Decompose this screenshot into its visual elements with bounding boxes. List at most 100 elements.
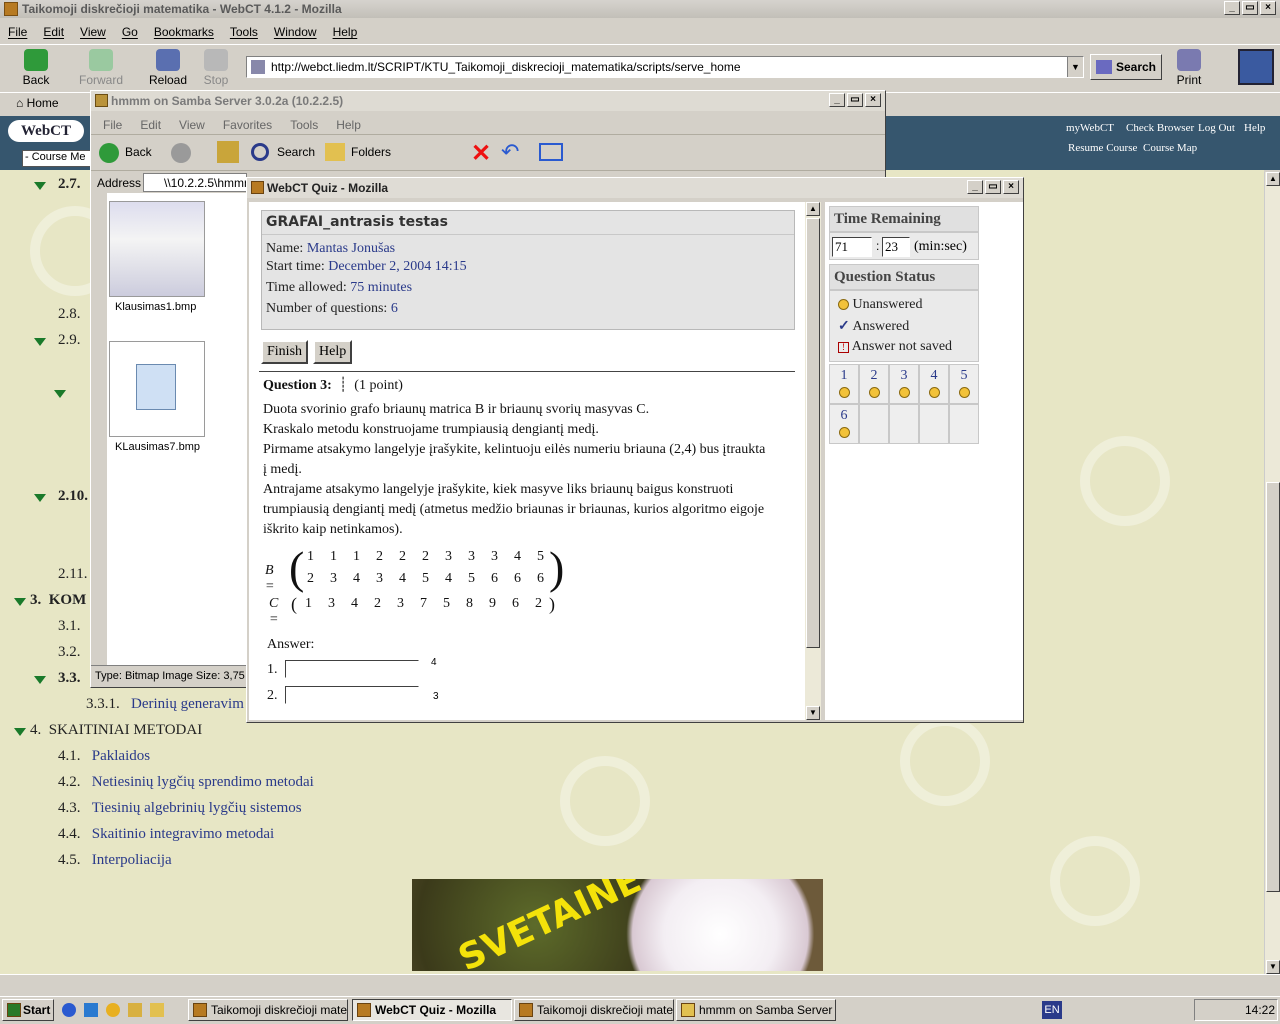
scroll-up-icon[interactable]: ▲: [1266, 172, 1280, 186]
explorer-close-button[interactable]: ×: [865, 93, 881, 107]
task-quiz-window[interactable]: WebCT Quiz - Mozilla: [352, 999, 512, 1021]
file-name[interactable]: KLausimas7.bmp: [115, 441, 200, 453]
file-thumbnail[interactable]: [109, 201, 205, 297]
check-browser-link[interactable]: Check Browser: [1126, 122, 1194, 134]
expand-triangle-icon[interactable]: [34, 494, 46, 502]
quiz-minimize-button[interactable]: _: [967, 180, 983, 194]
explorer-menu-help[interactable]: Help: [336, 118, 361, 134]
explorer-menu-view[interactable]: View: [179, 118, 205, 134]
back-arrow-icon[interactable]: [99, 143, 119, 163]
quiz-close-button[interactable]: ×: [1003, 180, 1019, 194]
expand-triangle-icon[interactable]: [34, 676, 46, 684]
task-course-window[interactable]: Taikomoji diskrečioji mate...: [188, 999, 348, 1021]
folder-icon[interactable]: [128, 1003, 142, 1017]
toc-item-4-5[interactable]: 4.5. Interpoliacija: [58, 852, 172, 869]
explorer-menu-tools[interactable]: Tools: [290, 118, 318, 134]
scroll-thumb[interactable]: [806, 218, 820, 648]
course-menu-select[interactable]: - Course Me: [22, 150, 92, 167]
explorer-menu-file[interactable]: File: [103, 118, 122, 134]
start-button[interactable]: Start: [2, 999, 54, 1021]
menu-view[interactable]: View: [80, 25, 106, 39]
quiz-scrollbar[interactable]: ▲ ▼: [805, 202, 821, 720]
toc-item-2-9[interactable]: 2.9.: [58, 332, 81, 349]
toc-item-2-10[interactable]: 2.10.: [58, 488, 88, 505]
reload-button[interactable]: Reload: [144, 49, 192, 87]
toc-item-2-7[interactable]: 2.7.: [58, 176, 81, 193]
page-scrollbar[interactable]: ▲ ▼: [1264, 172, 1280, 974]
toc-item-4-1[interactable]: 4.1. Paklaidos: [58, 748, 150, 765]
undo-icon[interactable]: ↶: [501, 139, 519, 165]
maximize-button[interactable]: ▭: [1242, 1, 1258, 15]
answer-1-input[interactable]: [285, 660, 419, 678]
scroll-down-icon[interactable]: ▼: [1266, 960, 1280, 974]
print-button[interactable]: Print: [1165, 49, 1213, 87]
logout-link[interactable]: Log Out: [1198, 122, 1235, 134]
menu-edit[interactable]: Edit: [43, 25, 64, 39]
finish-button[interactable]: Finish: [261, 340, 309, 364]
toc-item-4-2[interactable]: 4.2. Netiesinių lygčių sprendimo metodai: [58, 774, 314, 791]
scroll-up-icon[interactable]: ▲: [806, 202, 820, 216]
back-button[interactable]: Back: [12, 49, 60, 87]
resume-course-link[interactable]: Resume Course: [1068, 142, 1137, 154]
help-button[interactable]: Help: [313, 340, 353, 364]
forward-button[interactable]: Forward: [77, 49, 125, 87]
task-explorer-window[interactable]: hmmm on Samba Server ...: [676, 999, 836, 1021]
folder-up-icon[interactable]: [217, 141, 239, 163]
home-bookmark[interactable]: ⌂ Home: [16, 96, 59, 110]
explorer-address-input[interactable]: \\10.2.2.5\hmmm: [143, 173, 247, 192]
views-icon[interactable]: [539, 143, 563, 161]
language-indicator[interactable]: EN: [1042, 1001, 1062, 1019]
course-map-link[interactable]: Course Map: [1143, 142, 1197, 154]
expand-triangle-icon[interactable]: [14, 728, 26, 736]
outlook-icon[interactable]: [84, 1003, 98, 1017]
explorer-maximize-button[interactable]: ▭: [847, 93, 863, 107]
expand-triangle-icon[interactable]: [34, 182, 46, 190]
scroll-thumb[interactable]: [1266, 482, 1280, 892]
toc-item-4[interactable]: 4. SKAITINIAI METODAI: [30, 722, 202, 739]
task-course-window-2[interactable]: Taikomoji diskrečioji mate...: [514, 999, 674, 1021]
menu-window[interactable]: Window: [274, 25, 317, 39]
ie-icon[interactable]: [62, 1003, 76, 1017]
question-link-1[interactable]: 1: [829, 364, 859, 404]
toc-item-3[interactable]: 3. KOM: [30, 592, 86, 609]
url-dropdown-icon[interactable]: ▼: [1067, 57, 1083, 77]
question-link-6[interactable]: 6: [829, 404, 859, 444]
toc-item-3-2[interactable]: 3.2.: [58, 644, 81, 661]
explorer-minimize-button[interactable]: _: [829, 93, 845, 107]
answer-2-input[interactable]: [285, 686, 419, 704]
file-name[interactable]: Klausimas1.bmp: [115, 301, 196, 313]
minimize-button[interactable]: _: [1224, 1, 1240, 15]
quiz-maximize-button[interactable]: ▭: [985, 180, 1001, 194]
menu-file[interactable]: File: [8, 25, 27, 39]
menu-go[interactable]: Go: [122, 25, 138, 39]
toc-item-3-3-1[interactable]: 3.3.1. Derinių generavim: [86, 696, 244, 713]
toc-item-4-3[interactable]: 4.3. Tiesinių algebrinių lygčių sistemos: [58, 800, 302, 817]
toc-item-3-3[interactable]: 3.3.: [58, 670, 81, 687]
question-link-4[interactable]: 4: [919, 364, 949, 404]
expand-triangle-icon[interactable]: [14, 598, 26, 606]
menu-bookmarks[interactable]: Bookmarks: [154, 25, 214, 39]
toc-item-2-8[interactable]: 2.8.: [58, 306, 81, 323]
close-button[interactable]: ×: [1260, 1, 1276, 15]
question-link-2[interactable]: 2: [859, 364, 889, 404]
explorer-folders-button[interactable]: Folders: [351, 145, 391, 159]
toc-item-3-1[interactable]: 3.1.: [58, 618, 81, 635]
mywebct-link[interactable]: myWebCT: [1066, 122, 1114, 134]
expand-triangle-icon[interactable]: [54, 390, 66, 398]
explorer-menu-edit[interactable]: Edit: [140, 118, 161, 134]
file-thumbnail[interactable]: [109, 341, 205, 437]
explorer-menu-favorites[interactable]: Favorites: [223, 118, 272, 134]
delete-icon[interactable]: ✕: [471, 139, 491, 168]
search-button[interactable]: Search: [1090, 54, 1162, 80]
scroll-down-icon[interactable]: ▼: [806, 706, 820, 720]
explorer-search-button[interactable]: Search: [277, 145, 315, 159]
toc-item-2-11[interactable]: 2.11.: [58, 566, 87, 583]
menu-help[interactable]: Help: [333, 25, 358, 39]
question-link-5[interactable]: 5: [949, 364, 979, 404]
stop-button[interactable]: Stop: [192, 49, 240, 87]
help-link[interactable]: Help: [1244, 122, 1265, 134]
explorer-back-button[interactable]: Back: [125, 145, 152, 159]
media-player-icon[interactable]: [106, 1003, 120, 1017]
question-link-3[interactable]: 3: [889, 364, 919, 404]
toc-item-4-4[interactable]: 4.4. Skaitinio integravimo metodai: [58, 826, 274, 843]
